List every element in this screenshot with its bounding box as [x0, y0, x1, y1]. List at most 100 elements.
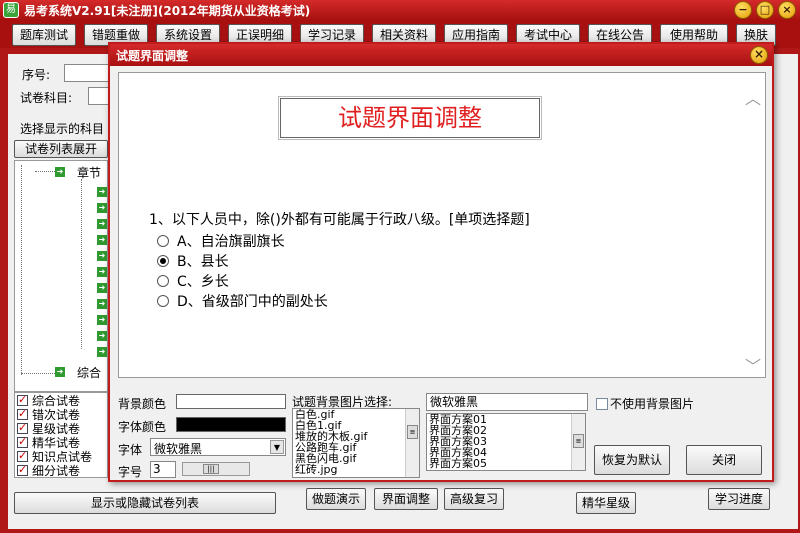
bg-color-label: 背景颜色: [118, 397, 167, 411]
option-label: C、乡长: [177, 274, 229, 290]
checkbox[interactable]: [17, 421, 28, 435]
check-knowledge[interactable]: 知识点试卷: [17, 449, 93, 464]
dialog-titlebar: 试题界面调整 ×: [110, 44, 772, 66]
checkbox[interactable]: [17, 449, 28, 463]
window-titlebar: 易 易考系统V2.91[未注册](2012年期货从业资格考试) − □ ×: [0, 0, 800, 20]
arrow-right-icon: ➜: [97, 315, 107, 325]
tree-node-general[interactable]: 综合: [77, 364, 101, 381]
tree-line: [21, 165, 22, 375]
list-item[interactable]: 界面方案05: [427, 458, 585, 469]
arrow-right-icon: ➜: [97, 347, 107, 357]
ui-adjust-dialog: 试题界面调整 × 试题界面调整 1、以下人员中，除()外都有可能属于行政八级。[…: [108, 42, 774, 482]
check-label: 星级试卷: [32, 422, 81, 436]
window-title: 易考系统V2.91[未注册](2012年期货从业资格考试): [24, 4, 311, 18]
size-input[interactable]: 3: [150, 461, 176, 478]
toggle-paper-list-button[interactable]: 显示或隐藏试卷列表: [14, 492, 276, 514]
restore-default-button[interactable]: 恢复为默认: [594, 445, 670, 475]
arrow-right-icon: ➜: [97, 187, 107, 197]
no-bg-label: 不使用背景图片: [610, 397, 695, 411]
scroll-thumb[interactable]: ≡: [407, 425, 418, 439]
arrow-right-icon: ➜: [55, 367, 65, 377]
study-progress-button[interactable]: 学习进度: [708, 488, 770, 510]
check-subdivided[interactable]: 细分试卷: [17, 464, 80, 476]
chevron-down-icon[interactable]: ▼: [270, 440, 284, 454]
arrow-right-icon: ➜: [97, 299, 107, 309]
bg-color-swatch[interactable]: [176, 394, 286, 409]
font-color-swatch[interactable]: [176, 417, 286, 432]
dialog-title: 试题界面调整: [116, 49, 189, 63]
arrow-right-icon: ➜: [97, 267, 107, 277]
scroll-thumb[interactable]: ≡: [573, 434, 584, 448]
arrow-right-icon: ➜: [97, 283, 107, 293]
list-item[interactable]: 红砖.jpg: [293, 464, 419, 475]
option-label: D、省级部门中的副处长: [177, 294, 328, 310]
book-icon: 易: [3, 2, 19, 18]
tree-line: [35, 171, 55, 172]
radio-button[interactable]: [157, 295, 169, 307]
demo-button[interactable]: 做题演示: [306, 488, 366, 510]
check-label: 精华试卷: [32, 436, 81, 450]
ui-adjust-button[interactable]: 界面调整: [374, 488, 438, 510]
scrollbar[interactable]: ≡: [405, 409, 419, 477]
seq-label: 序号:: [22, 68, 51, 82]
seq-input[interactable]: [64, 64, 110, 82]
option-a[interactable]: A、自治旗副旗长: [157, 231, 285, 251]
radio-button[interactable]: [157, 235, 169, 247]
scroll-up-icon[interactable]: ︿: [745, 85, 761, 109]
dialog-close-button[interactable]: 关闭: [686, 445, 762, 475]
checkbox[interactable]: [17, 464, 28, 476]
arrow-right-icon: ➜: [97, 235, 107, 245]
advanced-review-button[interactable]: 高级复习: [444, 488, 504, 510]
tree-line: [81, 179, 82, 349]
paper-type-checklist: 综合试卷 错次试卷 星级试卷 精华试卷 知识点试卷 细分试卷: [14, 392, 108, 478]
checkbox[interactable]: [17, 393, 28, 407]
font-select[interactable]: 微软雅黑 ▼: [150, 438, 286, 456]
toolbar-question-bank-test[interactable]: 题库测试: [12, 24, 76, 46]
check-essence[interactable]: 精华试卷: [17, 435, 81, 450]
size-label: 字号: [118, 465, 143, 479]
arrow-right-icon: ➜: [55, 167, 65, 177]
arrow-right-icon: ➜: [97, 219, 107, 229]
arrow-right-icon: ➜: [97, 251, 107, 261]
size-slider[interactable]: |||: [182, 462, 250, 476]
no-bg-option[interactable]: 不使用背景图片: [596, 395, 694, 412]
scrollbar[interactable]: ≡: [571, 414, 585, 470]
check-label: 细分试卷: [32, 464, 81, 476]
bg-image-list[interactable]: 白色.gif 白色1.gif 堆放的木板.gif 公路跑车.gif 黑色闪电.g…: [292, 408, 420, 478]
check-general[interactable]: 综合试卷: [17, 393, 81, 408]
expand-list-button[interactable]: 试卷列表展开: [14, 140, 108, 158]
check-label: 综合试卷: [32, 394, 81, 408]
question-preview: 试题界面调整 1、以下人员中，除()外都有可能属于行政八级。[单项选择题] A、…: [118, 72, 766, 378]
radio-button[interactable]: [157, 275, 169, 287]
check-wrong[interactable]: 错次试卷: [17, 407, 81, 422]
option-d[interactable]: D、省级部门中的副处长: [157, 291, 328, 311]
option-c[interactable]: C、乡长: [157, 271, 229, 291]
font-label: 字体: [118, 443, 143, 457]
checkbox[interactable]: [17, 435, 28, 449]
subject-select[interactable]: [88, 87, 110, 105]
checkbox[interactable]: [596, 398, 608, 410]
check-label: 知识点试卷: [32, 450, 93, 464]
checkbox[interactable]: [17, 407, 28, 421]
scheme-list[interactable]: 界面方案01 界面方案02 界面方案03 界面方案04 界面方案05 ≡: [426, 413, 586, 471]
arrow-right-icon: ➜: [97, 331, 107, 341]
paper-tree[interactable]: ➜ 章节 ➜ ➜ ➜ ➜ ➜ ➜ ➜ ➜ ➜ ➜ ➜ ➜ 综合: [14, 160, 108, 392]
scheme-font-input[interactable]: 微软雅黑: [426, 393, 588, 411]
check-label: 错次试卷: [32, 408, 81, 422]
dialog-close-icon[interactable]: ×: [750, 46, 768, 64]
essence-star-button[interactable]: 精华星级: [576, 492, 636, 514]
maximize-button[interactable]: □: [756, 1, 774, 19]
option-b[interactable]: B、县长: [157, 251, 229, 271]
arrow-right-icon: ➜: [97, 203, 107, 213]
check-star[interactable]: 星级试卷: [17, 421, 81, 436]
slider-thumb[interactable]: |||: [203, 464, 219, 474]
scroll-down-icon[interactable]: ﹀: [745, 353, 761, 377]
close-button[interactable]: ×: [778, 1, 796, 19]
font-color-label: 字体颜色: [118, 420, 167, 434]
font-select-value: 微软雅黑: [154, 442, 203, 456]
minimize-button[interactable]: −: [734, 1, 752, 19]
preview-heading: 试题界面调整: [278, 96, 542, 140]
choose-subject-label: 选择显示的科目: [20, 122, 105, 136]
subject-label: 试卷科目:: [20, 91, 73, 105]
radio-button[interactable]: [157, 255, 169, 267]
